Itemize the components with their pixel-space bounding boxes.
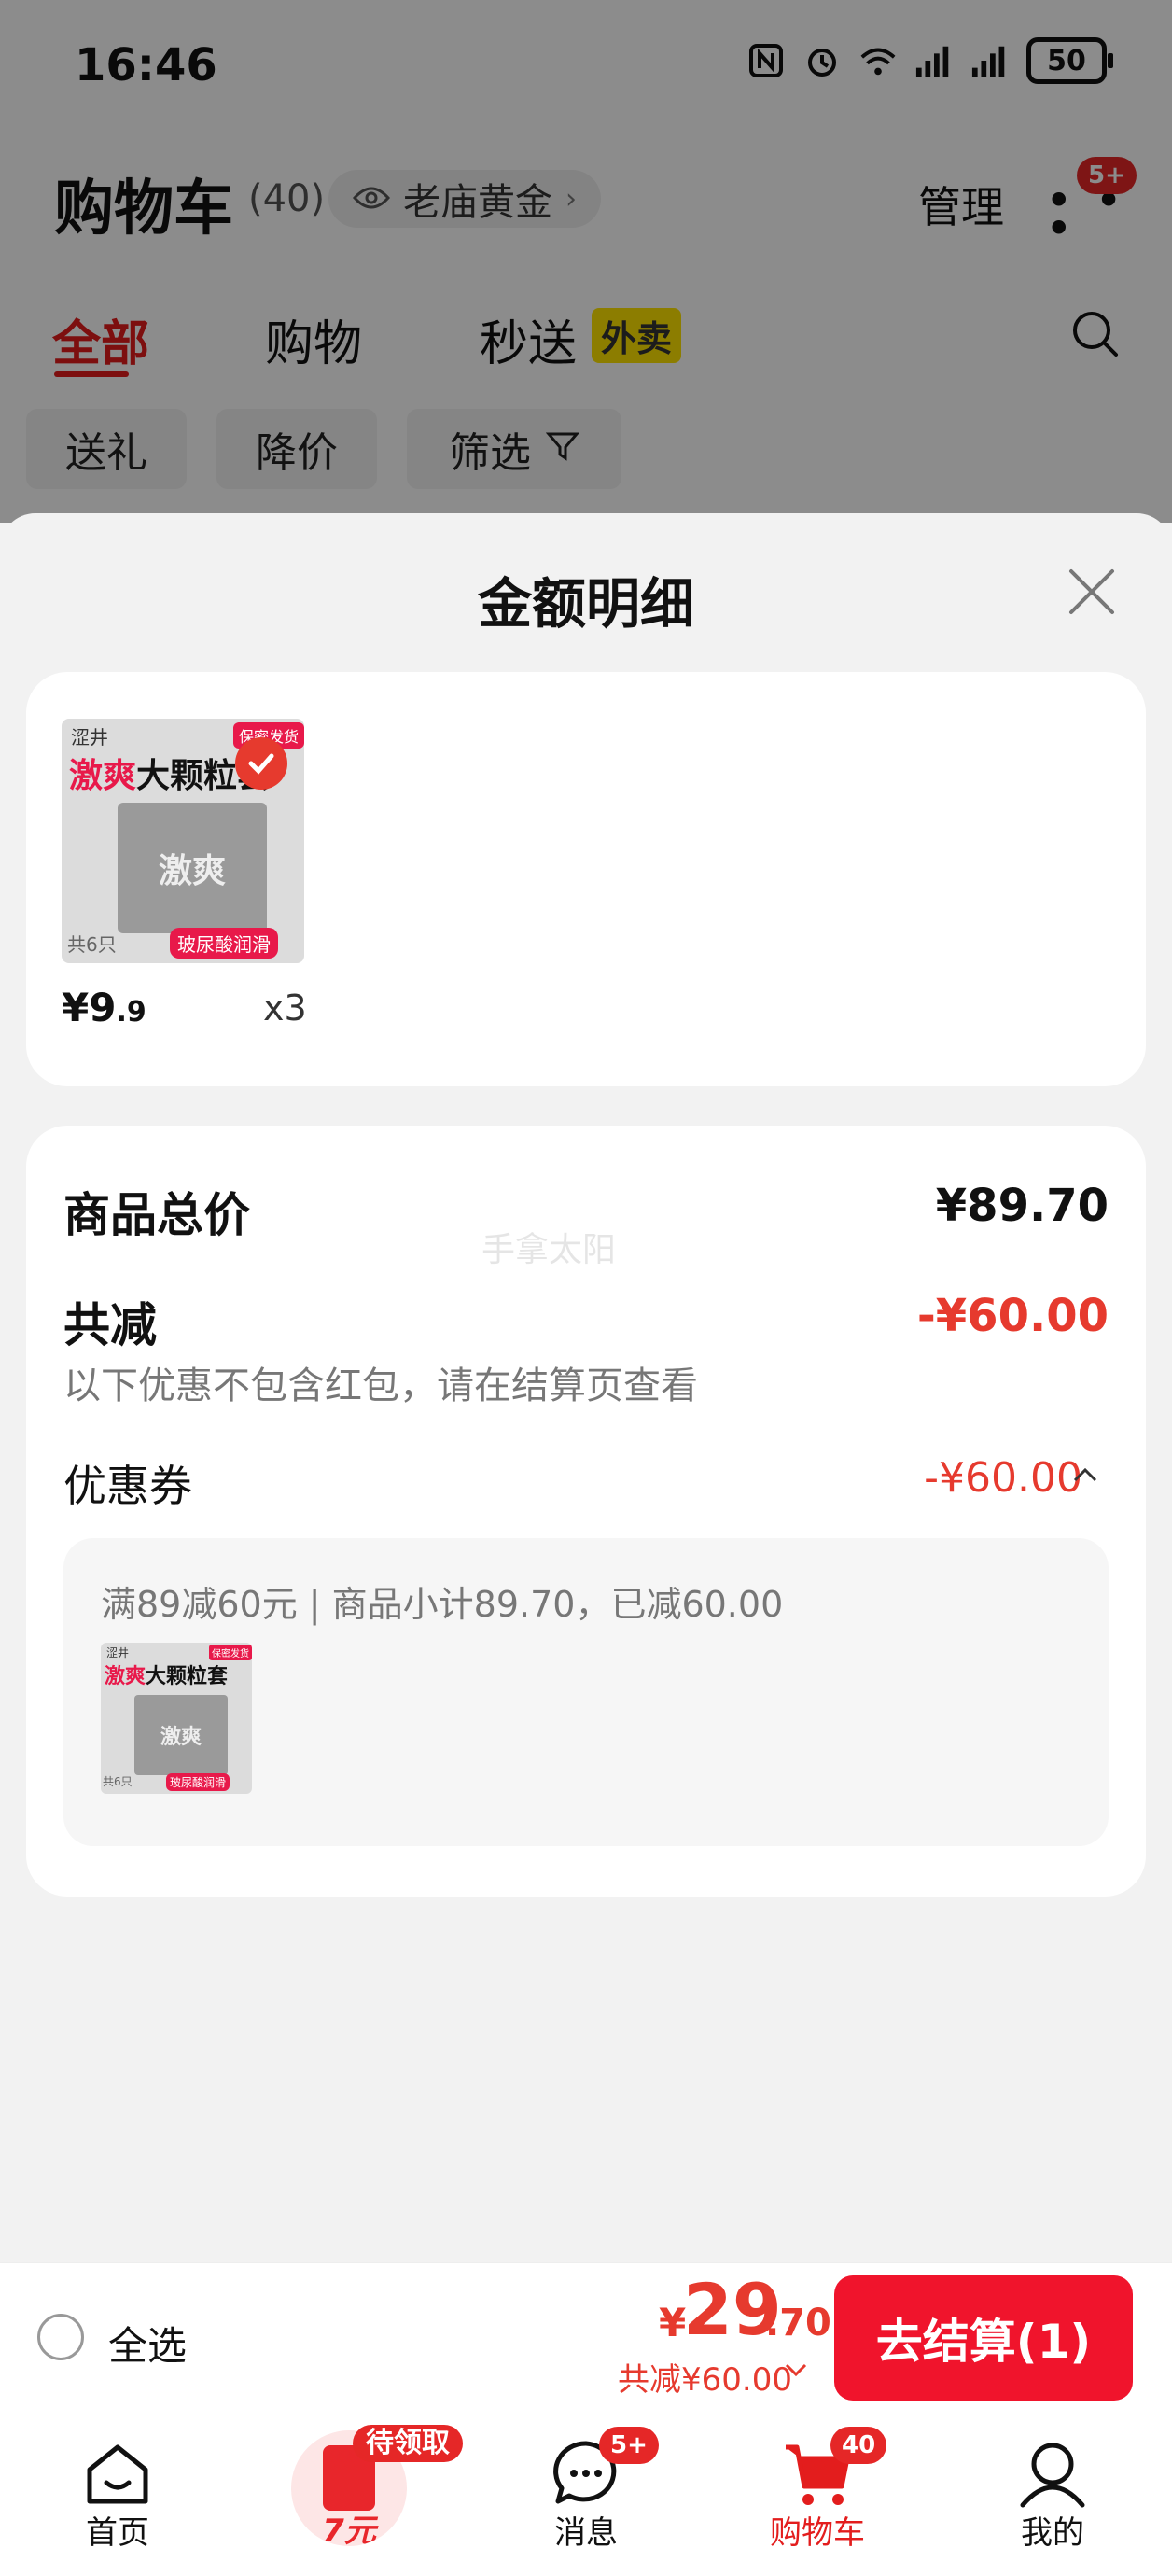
close-icon[interactable] [1066,566,1118,618]
thumb-tag: 保密发货 [209,1645,252,1660]
promo-badge: 待领取 [353,2425,463,2462]
thumb-box: 激爽 [134,1695,228,1775]
coupon-description: 满89减60元 | 商品小计89.70，已减60.00 [101,1584,784,1625]
thumb-count: 共6只 [103,1775,133,1788]
nav-messages-label[interactable]: 消息 [511,2507,661,2553]
product-price: ¥9.9 [62,985,146,1030]
thumb-name-rest: 大颗粒套 [146,1665,229,1688]
product-name-highlight: 激爽 [69,757,137,795]
nav-home-label[interactable]: 首页 [43,2507,192,2553]
home-icon [80,2436,155,2511]
modal-overlay[interactable] [0,0,1172,523]
selected-check-icon[interactable] [235,737,287,790]
thumb-feature: 玻尿酸润滑 [166,1773,230,1791]
discount-label: 共减 [63,1298,157,1352]
product-box: 激爽 [118,803,267,933]
product-price-int: ¥9 [62,985,117,1030]
product-count: 共6只 [67,933,117,956]
messages-badge: 5+ [599,2427,659,2464]
nav-home[interactable] [43,2436,192,2511]
thumb-brand: 涩井 [106,1646,130,1659]
watermark: 手拿太阳 [481,1231,617,1269]
total-price-label: 商品总价 [63,1188,250,1242]
product-feature: 玻尿酸润滑 [170,928,278,959]
cart-badge: 40 [830,2427,887,2464]
select-all-checkbox[interactable] [37,2314,84,2360]
product-quantity: x3 [263,987,307,1029]
sheet-title: 金额明细 [477,572,694,636]
coupon-product-thumbnail[interactable]: 涩井 保密发货 激爽大颗粒套 激爽 共6只 玻尿酸润滑 [101,1643,252,1794]
chevron-up-icon[interactable] [1071,1465,1099,1488]
coupon-value[interactable]: -¥60.00 [924,1454,1082,1502]
total-discount[interactable]: 共减¥60.00 [618,2354,792,2400]
total-price-value: ¥89.70 [935,1180,1109,1232]
discount-note: 以下优惠不包含红包，请在结算页查看 [63,1365,698,1407]
profile-icon [1015,2436,1090,2511]
nav-cart-label[interactable]: 购物车 [743,2507,892,2553]
discount-value: -¥60.00 [916,1290,1109,1342]
nav-profile-label[interactable]: 我的 [978,2507,1127,2553]
checkout-button[interactable]: 去结算(1) [834,2275,1133,2401]
product-brand: 涩井 [71,726,108,749]
total-amount-decimal: .70 [765,2302,831,2345]
thumb-name: 激爽大颗粒套 [105,1659,228,1689]
thumb-name-highlight: 激爽 [105,1665,146,1688]
total-currency: ¥ [659,2300,687,2345]
chevron-down-icon[interactable] [784,2361,808,2382]
nav-profile[interactable] [978,2436,1127,2511]
coupon-label: 优惠券 [63,1461,192,1511]
select-all-label[interactable]: 全选 [108,2315,187,2372]
product-price-dec: .9 [116,996,146,1029]
promo-amount: 7元 [322,2513,376,2546]
